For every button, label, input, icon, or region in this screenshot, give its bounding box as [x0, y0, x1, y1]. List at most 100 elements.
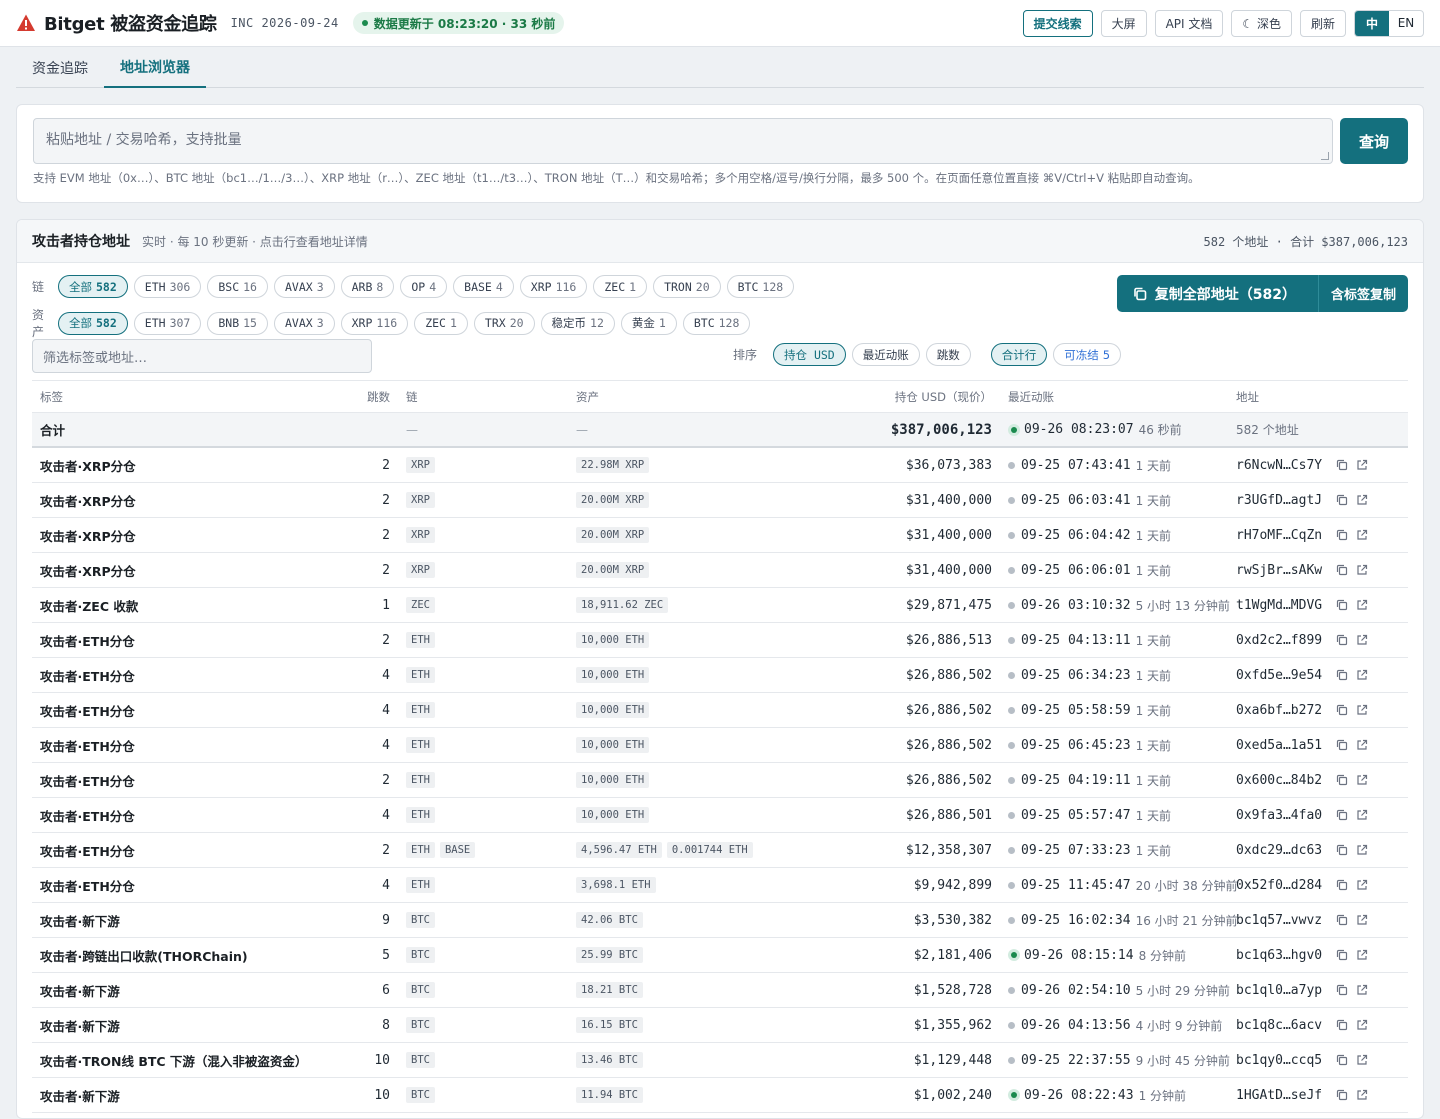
- external-link-icon[interactable]: [1356, 914, 1368, 926]
- chain-filter-chip[interactable]: BTC 128: [726, 275, 795, 298]
- tab-address-explorer[interactable]: 地址浏览器: [104, 47, 206, 88]
- sort-recent-chip[interactable]: 最近动账: [851, 343, 920, 366]
- total-row-toggle-chip[interactable]: 合计行: [990, 343, 1048, 366]
- table-row[interactable]: 攻击者·ETH分仓 4 ETH 10,000 ETH $26,886,502 09-25 …: [32, 728, 1408, 763]
- address-search-input[interactable]: 粘贴地址 / 交易哈希，支持批量: [33, 118, 1333, 164]
- table-row[interactable]: 攻击者·ETH分仓 2 ETH BASE 4,596.47 ETH 0.001744 ET…: [32, 833, 1408, 868]
- copy-address-icon[interactable]: [1336, 739, 1348, 751]
- external-link-icon[interactable]: [1356, 1054, 1368, 1066]
- copy-address-icon[interactable]: [1336, 844, 1348, 856]
- sort-usd-chip[interactable]: 持仓 USD: [773, 343, 846, 366]
- copy-address-icon[interactable]: [1336, 564, 1348, 576]
- copy-address-icon[interactable]: [1336, 879, 1348, 891]
- chain-filter-chip[interactable]: BSC 16: [207, 275, 268, 298]
- external-link-icon[interactable]: [1356, 879, 1368, 891]
- external-link-icon[interactable]: [1356, 599, 1368, 611]
- dark-mode-button[interactable]: ☾ 深色: [1231, 9, 1292, 37]
- chain-filter-chip[interactable]: ETH 306: [133, 275, 202, 298]
- table-row[interactable]: 攻击者·ZEC 收款 1 ZEC 18,911.62 ZEC $29,871,475 09…: [32, 588, 1408, 623]
- asset-filter-chip[interactable]: 黄金 1: [620, 311, 677, 335]
- copy-address-icon[interactable]: [1336, 669, 1348, 681]
- query-button[interactable]: 查询: [1340, 118, 1408, 164]
- asset-filter-chip[interactable]: ZEC 1: [414, 311, 468, 335]
- table-row[interactable]: 攻击者·ETH分仓 2 ETH 10,000 ETH $26,886,502 09-25 …: [32, 763, 1408, 798]
- chain-filter-chip[interactable]: XRP 116: [519, 275, 588, 298]
- copy-address-icon[interactable]: [1336, 949, 1348, 961]
- table-row[interactable]: 攻击者·XRP分仓 2 XRP 20.00M XRP $31,400,000 09-25 …: [32, 483, 1408, 518]
- chain-filter-chip[interactable]: 全部 582: [58, 275, 128, 298]
- copy-address-icon[interactable]: [1336, 809, 1348, 821]
- table-row[interactable]: 攻击者·ETH分仓 4 ETH 10,000 ETH $26,886,502 09-25 …: [32, 658, 1408, 693]
- table-row[interactable]: 攻击者·ETH分仓 4 ETH 3,698.1 ETH $9,942,899 09-25 …: [32, 868, 1408, 903]
- copy-address-icon[interactable]: [1336, 774, 1348, 786]
- external-link-icon[interactable]: [1356, 459, 1368, 471]
- table-row[interactable]: 攻击者·XRP分仓 2 XRP 22.98M XRP $36,073,383 09-25 …: [32, 448, 1408, 483]
- table-row[interactable]: 攻击者·TRON线 BTC 下游（混入非被盗资金） 10 BTC 13.46 BTC $…: [32, 1043, 1408, 1078]
- col-header-asset[interactable]: 资产: [576, 389, 816, 405]
- chain-filter-chip[interactable]: ZEC 1: [593, 275, 648, 298]
- external-link-icon[interactable]: [1356, 984, 1368, 996]
- bigscreen-button[interactable]: 大屏: [1100, 9, 1147, 37]
- freezable-chip[interactable]: 可冻结 5: [1053, 343, 1122, 366]
- tab-fund-tracking[interactable]: 资金追踪: [16, 47, 104, 88]
- table-row[interactable]: 攻击者·新下游 9 BTC 42.06 BTC $3,530,382 09-25 16:0…: [32, 903, 1408, 938]
- lang-en-button[interactable]: EN: [1389, 11, 1423, 36]
- copy-address-icon[interactable]: [1336, 704, 1348, 716]
- external-link-icon[interactable]: [1356, 494, 1368, 506]
- copy-address-icon[interactable]: [1336, 529, 1348, 541]
- copy-address-icon[interactable]: [1336, 1054, 1348, 1066]
- copy-address-icon[interactable]: [1336, 1019, 1348, 1031]
- col-header-chain[interactable]: 链: [390, 389, 576, 405]
- col-header-hops[interactable]: 跳数: [342, 389, 390, 405]
- copy-address-icon[interactable]: [1336, 914, 1348, 926]
- copy-all-addresses-button[interactable]: 复制全部地址（582）: [1117, 275, 1319, 312]
- external-link-icon[interactable]: [1356, 634, 1368, 646]
- sort-hops-chip[interactable]: 跳数: [925, 343, 971, 366]
- table-row[interactable]: 攻击者·新下游 8 BTC 16.15 BTC $1,355,962 09-26 04:1…: [32, 1008, 1408, 1043]
- external-link-icon[interactable]: [1356, 949, 1368, 961]
- copy-address-icon[interactable]: [1336, 459, 1348, 471]
- copy-address-icon[interactable]: [1336, 634, 1348, 646]
- external-link-icon[interactable]: [1356, 564, 1368, 576]
- table-row[interactable]: 攻击者·ETH分仓 2 ETH 10,000 ETH $26,886,513 09-25 …: [32, 623, 1408, 658]
- external-link-icon[interactable]: [1356, 1019, 1368, 1031]
- table-row[interactable]: 攻击者·XRP分仓 2 XRP 20.00M XRP $31,400,000 09-25 …: [32, 518, 1408, 553]
- table-row[interactable]: 攻击者·XRP分仓 2 XRP 20.00M XRP $31,400,000 09-25 …: [32, 553, 1408, 588]
- copy-address-icon[interactable]: [1336, 599, 1348, 611]
- chain-filter-chip[interactable]: TRON 20: [653, 275, 721, 298]
- asset-filter-chip[interactable]: AVAX 3: [273, 311, 335, 335]
- lang-zh-button[interactable]: 中: [1355, 10, 1389, 36]
- copy-address-icon[interactable]: [1336, 1089, 1348, 1101]
- asset-filter-chip[interactable]: XRP 116: [340, 311, 409, 335]
- table-row[interactable]: 攻击者·ETH分仓 4 ETH 10,000 ETH $26,886,501 09-25 …: [32, 798, 1408, 833]
- api-docs-button[interactable]: API 文档: [1154, 9, 1224, 37]
- submit-lead-button[interactable]: 提交线索: [1022, 9, 1093, 37]
- external-link-icon[interactable]: [1356, 844, 1368, 856]
- asset-filter-chip[interactable]: BNB 15: [207, 311, 268, 335]
- asset-filter-chip[interactable]: TRX 20: [473, 311, 535, 335]
- table-row[interactable]: 攻击者·新下游 10 BTC 11.94 BTC $1,002,240 09-26 08:…: [32, 1078, 1408, 1113]
- col-header-address[interactable]: 地址: [1236, 389, 1408, 405]
- resize-grip-icon[interactable]: [1321, 152, 1329, 160]
- tag-address-filter-input[interactable]: 筛选标签或地址…: [32, 339, 372, 373]
- col-header-usd[interactable]: 持仓 USD（现价）: [816, 389, 1000, 405]
- asset-filter-chip[interactable]: 全部 582: [58, 311, 128, 335]
- external-link-icon[interactable]: [1356, 1089, 1368, 1101]
- external-link-icon[interactable]: [1356, 739, 1368, 751]
- asset-filter-chip[interactable]: 稳定币 12: [540, 311, 615, 335]
- copy-with-tag-button[interactable]: 含标签复制: [1319, 275, 1408, 312]
- external-link-icon[interactable]: [1356, 669, 1368, 681]
- copy-address-icon[interactable]: [1336, 494, 1348, 506]
- chain-filter-chip[interactable]: ARB 8: [340, 275, 395, 298]
- external-link-icon[interactable]: [1356, 809, 1368, 821]
- table-row[interactable]: 攻击者·跨链出口收款(THORChain) 5 BTC 25.99 BTC $2,181…: [32, 938, 1408, 973]
- table-row[interactable]: 攻击者·新下游 6 BTC 18.21 BTC $1,528,728 09-26 02:5…: [32, 973, 1408, 1008]
- external-link-icon[interactable]: [1356, 704, 1368, 716]
- table-row[interactable]: 攻击者·ETH分仓 4 ETH 10,000 ETH $26,886,502 09-25 …: [32, 693, 1408, 728]
- external-link-icon[interactable]: [1356, 774, 1368, 786]
- external-link-icon[interactable]: [1356, 529, 1368, 541]
- col-header-tag[interactable]: 标签: [32, 389, 342, 405]
- chain-filter-chip[interactable]: AVAX 3: [273, 275, 335, 298]
- refresh-button[interactable]: 刷新: [1299, 9, 1346, 37]
- chain-filter-chip[interactable]: OP 4: [400, 275, 448, 298]
